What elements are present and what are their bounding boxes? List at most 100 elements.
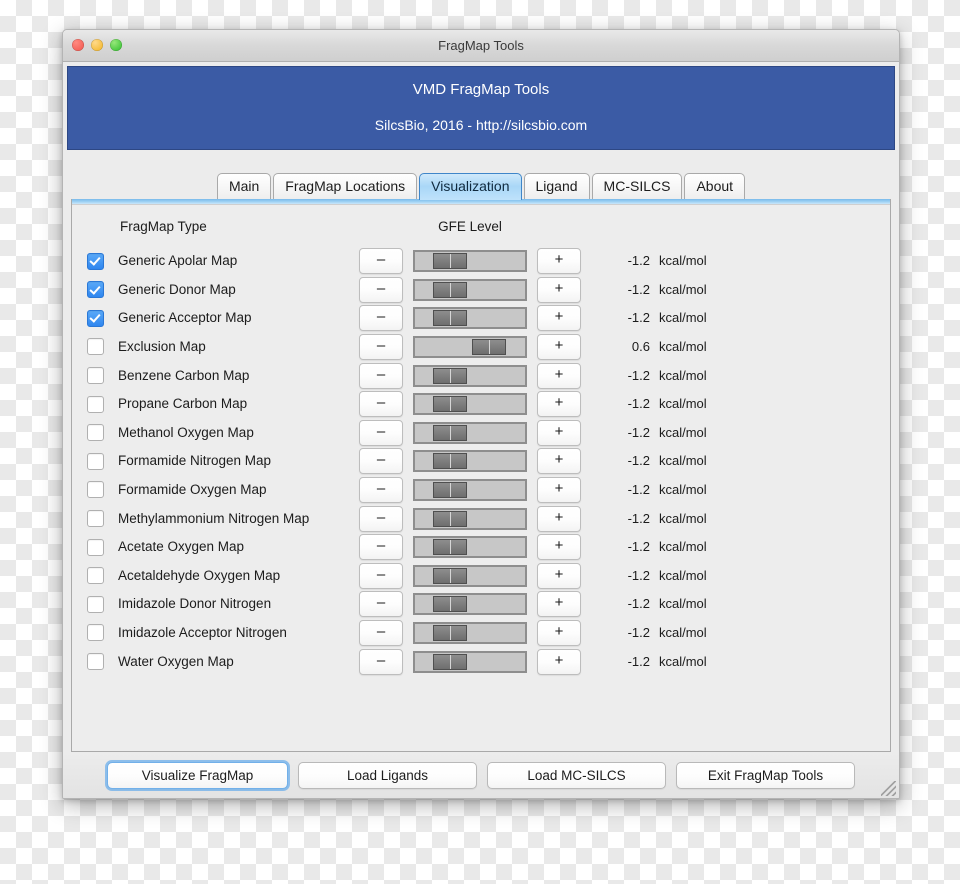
tab-ligand[interactable]: Ligand <box>523 173 590 200</box>
gfe-slider[interactable] <box>413 479 527 502</box>
gfe-decrement-button[interactable]: – <box>359 562 403 589</box>
gfe-slider[interactable] <box>413 421 527 444</box>
gfe-increment-button[interactable]: + <box>537 248 581 275</box>
gfe-slider[interactable] <box>413 536 527 559</box>
gfe-slider-thumb[interactable] <box>432 625 467 642</box>
gfe-decrement-button[interactable]: – <box>359 276 403 303</box>
gfe-increment-button[interactable]: + <box>537 419 581 446</box>
gfe-increment-button[interactable]: + <box>537 334 581 361</box>
gfe-slider-thumb[interactable] <box>432 596 467 613</box>
gfe-slider[interactable] <box>413 564 527 587</box>
gfe-decrement-button[interactable]: – <box>359 448 403 475</box>
tab-fragmap-locations[interactable]: FragMap Locations <box>273 173 418 200</box>
gfe-unit: kcal/mol <box>659 482 707 498</box>
gfe-decrement-button[interactable]: – <box>359 648 403 675</box>
gfe-slider[interactable] <box>413 278 527 301</box>
zoom-button[interactable] <box>110 39 122 51</box>
load-mc-silcs-button[interactable]: Load MC-SILCS <box>487 761 666 789</box>
visualize-fragmap-button[interactable]: Visualize FragMap <box>105 759 290 791</box>
fragmap-label: Methylammonium Nitrogen Map <box>118 510 310 526</box>
table-row: Formamide Oxygen Map – + -1.2 kcal/mol <box>72 476 890 505</box>
gfe-slider-thumb[interactable] <box>432 424 467 441</box>
gfe-increment-button[interactable]: + <box>537 620 581 647</box>
gfe-decrement-button[interactable]: – <box>359 620 403 647</box>
gfe-increment-button[interactable]: + <box>537 562 581 589</box>
load-ligands-button[interactable]: Load Ligands <box>298 761 477 789</box>
gfe-value: -1.2 <box>627 567 650 583</box>
gfe-decrement-button[interactable]: – <box>359 305 403 332</box>
gfe-slider[interactable] <box>413 307 527 330</box>
gfe-increment-button[interactable]: + <box>537 276 581 303</box>
fragmap-checkbox[interactable] <box>86 424 104 442</box>
gfe-decrement-button[interactable]: – <box>359 391 403 418</box>
gfe-slider[interactable] <box>413 393 527 416</box>
fragmap-checkbox[interactable] <box>86 538 104 556</box>
gfe-value: -1.2 <box>627 253 650 269</box>
fragmap-checkbox[interactable] <box>86 452 104 470</box>
gfe-decrement-button[interactable]: – <box>359 248 403 275</box>
fragmap-checkbox[interactable] <box>86 281 104 299</box>
gfe-slider-thumb[interactable] <box>432 482 467 499</box>
gfe-increment-button[interactable]: + <box>537 591 581 618</box>
gfe-increment-button[interactable]: + <box>537 391 581 418</box>
gfe-slider[interactable] <box>413 622 527 645</box>
tab-about[interactable]: About <box>684 173 746 200</box>
fragmap-checkbox[interactable] <box>86 567 104 585</box>
gfe-slider[interactable] <box>413 450 527 473</box>
gfe-decrement-button[interactable]: – <box>359 419 403 446</box>
fragmap-checkbox[interactable] <box>86 309 104 327</box>
table-row: Water Oxygen Map – + -1.2 kcal/mol <box>72 647 890 676</box>
gfe-decrement-button[interactable]: – <box>359 334 403 361</box>
fragmap-checkbox[interactable] <box>86 481 104 499</box>
tab-mc-silcs[interactable]: MC-SILCS <box>591 173 683 200</box>
gfe-increment-button[interactable]: + <box>537 505 581 532</box>
tab-visualization[interactable]: Visualization <box>419 173 522 200</box>
gfe-slider[interactable] <box>413 507 527 530</box>
gfe-slider[interactable] <box>413 250 527 273</box>
tab-main[interactable]: Main <box>216 173 272 200</box>
fragmap-checkbox[interactable] <box>86 509 104 527</box>
gfe-slider[interactable] <box>413 336 527 359</box>
gfe-slider-thumb[interactable] <box>432 281 467 298</box>
gfe-decrement-button[interactable]: – <box>359 534 403 561</box>
gfe-increment-button[interactable]: + <box>537 648 581 675</box>
fragmap-label: Generic Apolar Map <box>118 253 238 269</box>
gfe-slider-thumb[interactable] <box>432 396 467 413</box>
fragmap-checkbox[interactable] <box>86 338 104 356</box>
fragmap-checkbox[interactable] <box>86 624 104 642</box>
gfe-slider-thumb[interactable] <box>432 367 467 384</box>
title-bar[interactable]: FragMap Tools <box>63 30 899 62</box>
minimize-button[interactable] <box>91 39 103 51</box>
gfe-slider-thumb[interactable] <box>432 653 467 670</box>
gfe-decrement-button[interactable]: – <box>359 362 403 389</box>
resize-grip[interactable] <box>881 781 896 796</box>
gfe-slider[interactable] <box>413 593 527 616</box>
exit-fragmap-tools-button[interactable]: Exit FragMap Tools <box>676 761 855 789</box>
gfe-slider-thumb[interactable] <box>432 453 467 470</box>
gfe-decrement-button[interactable]: – <box>359 591 403 618</box>
gfe-slider[interactable] <box>413 650 527 673</box>
close-button[interactable] <box>72 39 84 51</box>
gfe-increment-button[interactable]: + <box>537 448 581 475</box>
fragmap-checkbox[interactable] <box>86 252 104 270</box>
gfe-slider-thumb[interactable] <box>432 310 467 327</box>
fragmap-label: Generic Donor Map <box>118 281 236 297</box>
gfe-increment-button[interactable]: + <box>537 534 581 561</box>
gfe-decrement-button[interactable]: – <box>359 477 403 504</box>
fragmap-checkbox[interactable] <box>86 366 104 384</box>
gfe-slider[interactable] <box>413 364 527 387</box>
gfe-decrement-button[interactable]: – <box>359 505 403 532</box>
gfe-unit: kcal/mol <box>659 625 707 641</box>
gfe-slider-thumb[interactable] <box>432 567 467 584</box>
gfe-slider-thumb[interactable] <box>432 510 467 527</box>
gfe-slider-thumb[interactable] <box>432 253 467 270</box>
gfe-increment-button[interactable]: + <box>537 305 581 332</box>
fragmap-checkbox[interactable] <box>86 395 104 413</box>
gfe-increment-button[interactable]: + <box>537 362 581 389</box>
gfe-slider-thumb[interactable] <box>472 339 507 356</box>
fragmap-checkbox[interactable] <box>86 652 104 670</box>
gfe-slider-thumb[interactable] <box>432 539 467 556</box>
gfe-unit: kcal/mol <box>659 339 707 355</box>
fragmap-checkbox[interactable] <box>86 595 104 613</box>
gfe-increment-button[interactable]: + <box>537 477 581 504</box>
